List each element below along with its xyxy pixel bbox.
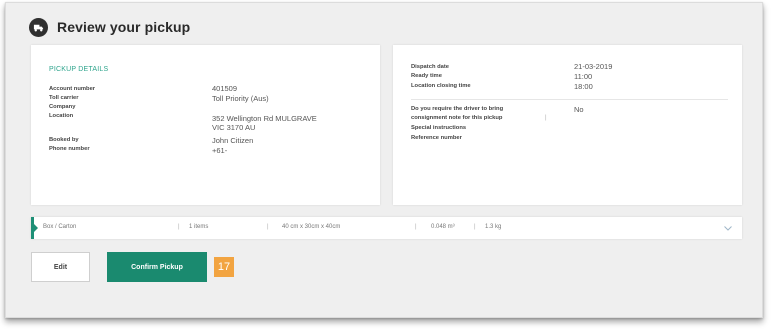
closing-time-value: 18:00 [574,82,593,91]
step-number-badge: 17 [214,257,234,277]
closing-time-label: Location closing time [411,83,471,89]
driver-question-label-line2: consignment note for this pickup [411,115,503,121]
item-weight: 1.3 kg [485,224,502,230]
confirm-pickup-button[interactable]: Confirm Pickup [107,252,207,282]
truck-icon [29,17,48,37]
phone-number-value: +61- [212,146,228,155]
toll-carrier-label: Toll carrier [49,95,79,101]
phone-number-label: Phone number [49,146,90,152]
section-divider [411,99,728,100]
driver-question-label-line1: Do you require the driver to bring [411,106,504,112]
separator: | [545,115,547,121]
driver-question-value: No [574,105,584,114]
item-summary-row[interactable]: Box / Carton | 1 items | 40 cm x 30cm x … [31,217,742,239]
account-number-value: 401509 [212,84,238,93]
pickup-details-card: PICKUP DETAILS Account number 401509 Tol… [31,45,380,205]
page-title: Review your pickup [57,19,191,35]
location-label: Location [49,113,74,119]
reference-number-label: Reference number [411,135,462,141]
special-instructions-label: Special instructions [411,125,467,131]
dispatch-date-value: 21-03-2019 [574,62,613,71]
location-value: 352 Wellington Rd MULGRAVE VIC 3170 AU [212,114,317,132]
account-number-label: Account number [49,86,96,92]
chevron-down-icon[interactable] [723,223,733,233]
booked-by-label: Booked by [49,137,79,143]
edit-button[interactable]: Edit [31,252,90,282]
separator: | [415,224,417,230]
review-pickup-panel: Review your pickup PICKUP DETAILS Accoun… [5,2,763,318]
item-volume: 0.048 m³ [431,224,455,230]
ready-time-label: Ready time [411,73,442,79]
page-header: Review your pickup [29,15,190,39]
pickup-details-heading: PICKUP DETAILS [49,66,109,73]
item-type: Box / Carton [43,224,77,230]
separator: | [178,224,180,230]
dispatch-date-label: Dispatch date [411,64,450,70]
separator: | [474,224,476,230]
company-label: Company [49,104,76,110]
separator: | [267,224,269,230]
dispatch-details-card: Dispatch date 21-03-2019 Ready time 11:0… [393,45,742,205]
ready-time-value: 11:00 [574,72,593,81]
item-count: 1 items [189,224,209,230]
toll-carrier-value: Toll Priority (Aus) [212,94,269,103]
item-dimensions: 40 cm x 30cm x 40cm [282,224,341,230]
booked-by-value: John Citizen [212,136,254,145]
arrow-right-icon [34,224,38,232]
